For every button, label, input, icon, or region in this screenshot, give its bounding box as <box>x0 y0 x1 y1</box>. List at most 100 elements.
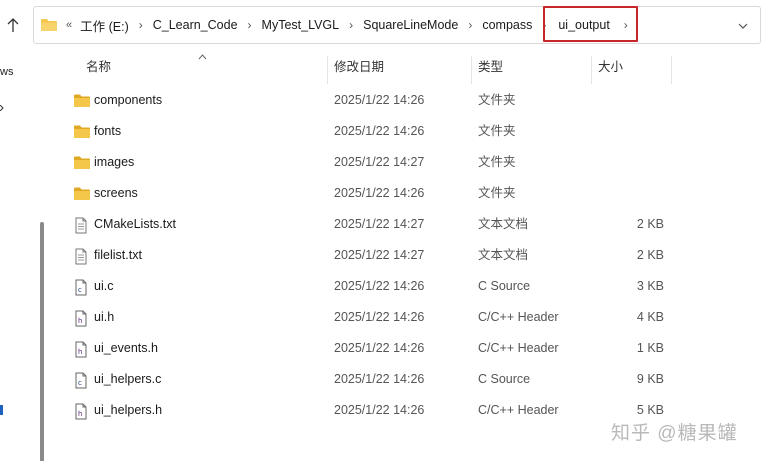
folder-icon <box>41 19 57 31</box>
file-size <box>598 178 664 209</box>
file-name[interactable]: ui_helpers.h <box>94 395 162 426</box>
folder-icon <box>73 93 91 109</box>
up-arrow-icon[interactable] <box>2 12 24 38</box>
file-type: 文本文档 <box>478 217 529 231</box>
c-source-icon: c <box>73 279 91 296</box>
file-name[interactable]: fonts <box>94 116 121 147</box>
breadcrumb-overflow[interactable]: « <box>64 19 76 31</box>
svg-text:c: c <box>78 286 82 294</box>
address-toolbar: « 工作 (E:) › C_Learn_Code › MyTest_LVGL ›… <box>0 0 765 50</box>
header-file-icon: h <box>73 403 91 420</box>
file-date: 2025/1/22 14:27 <box>334 155 425 169</box>
file-row[interactable]: components 2025/1/22 14:26 文件夹 <box>50 85 765 116</box>
file-name[interactable]: ui_helpers.c <box>94 364 161 395</box>
column-header-size[interactable]: 大小 <box>598 54 623 80</box>
folder-icon <box>73 155 91 171</box>
file-type: 文件夹 <box>478 93 516 107</box>
file-size: 3 KB <box>636 279 664 293</box>
header-file-icon: h <box>73 341 91 358</box>
file-date: 2025/1/22 14:26 <box>334 93 425 107</box>
address-bar[interactable]: « 工作 (E:) › C_Learn_Code › MyTest_LVGL ›… <box>33 6 761 44</box>
breadcrumb-separator[interactable]: › <box>462 18 478 32</box>
folder-icon <box>73 124 91 140</box>
file-row[interactable]: c ui.c 2025/1/22 14:26 C Source 3 KB <box>50 271 765 302</box>
file-row[interactable]: fonts 2025/1/22 14:26 文件夹 <box>50 116 765 147</box>
column-divider[interactable] <box>327 56 328 84</box>
file-name[interactable]: ui.c <box>94 271 113 302</box>
breadcrumb-item[interactable]: compass <box>478 18 536 32</box>
file-name[interactable]: screens <box>94 178 138 209</box>
breadcrumb-item-current[interactable]: ui_output <box>552 18 613 32</box>
nav-scrollbar[interactable] <box>40 222 44 461</box>
column-header-row: 名称 修改日期 类型 大小 <box>50 52 765 84</box>
svg-text:h: h <box>78 348 82 356</box>
file-size <box>598 147 664 178</box>
file-name[interactable]: CMakeLists.txt <box>94 209 176 240</box>
column-header-type[interactable]: 类型 <box>478 54 503 80</box>
breadcrumb: « 工作 (E:) › C_Learn_Code › MyTest_LVGL ›… <box>64 16 634 35</box>
file-row[interactable]: CMakeLists.txt 2025/1/22 14:27 文本文档 2 KB <box>50 209 765 240</box>
breadcrumb-item[interactable]: 工作 (E:) <box>76 16 133 35</box>
breadcrumb-item[interactable]: MyTest_LVGL <box>258 18 344 32</box>
text-file-icon <box>73 248 91 265</box>
file-date: 2025/1/22 14:26 <box>334 310 425 324</box>
file-name[interactable]: ui_events.h <box>94 333 158 364</box>
breadcrumb-separator[interactable]: › <box>343 18 359 32</box>
c-source-icon: c <box>73 372 91 389</box>
breadcrumb-item[interactable]: C_Learn_Code <box>149 18 242 32</box>
file-type: C Source <box>478 279 531 293</box>
file-name[interactable]: images <box>94 147 134 178</box>
file-name[interactable]: ui.h <box>94 302 114 333</box>
file-date: 2025/1/22 14:26 <box>334 124 425 138</box>
watermark: 知乎 @糖果罐 <box>611 423 738 444</box>
column-header-name[interactable]: 名称 <box>86 54 111 80</box>
file-date: 2025/1/22 14:26 <box>334 341 425 355</box>
file-type: C/C++ Header <box>478 403 559 417</box>
column-divider[interactable] <box>591 56 592 84</box>
sort-ascending-icon <box>198 52 207 63</box>
column-header-date[interactable]: 修改日期 <box>334 54 384 80</box>
file-date: 2025/1/22 14:26 <box>334 186 425 200</box>
column-divider[interactable] <box>671 56 672 84</box>
svg-text:h: h <box>78 410 82 418</box>
file-size: 2 KB <box>636 248 664 262</box>
column-divider[interactable] <box>471 56 472 84</box>
file-row[interactable]: screens 2025/1/22 14:26 文件夹 <box>50 178 765 209</box>
breadcrumb-separator[interactable]: › <box>133 18 149 32</box>
file-date: 2025/1/22 14:26 <box>334 279 425 293</box>
navigation-pane[interactable]: ws <box>0 50 36 461</box>
file-type: C/C++ Header <box>478 341 559 355</box>
breadcrumb-item[interactable]: SquareLineMode <box>359 18 462 32</box>
file-size: 1 KB <box>636 341 664 355</box>
file-size: 4 KB <box>636 310 664 324</box>
file-type: 文件夹 <box>478 155 516 169</box>
file-type: 文本文档 <box>478 248 529 262</box>
breadcrumb-separator[interactable]: › <box>618 18 634 32</box>
file-list: 名称 修改日期 类型 大小 components 2025/1/22 14:26… <box>50 50 765 461</box>
file-row[interactable]: h ui.h 2025/1/22 14:26 C/C++ Header 4 KB <box>50 302 765 333</box>
file-date: 2025/1/22 14:27 <box>334 217 425 231</box>
file-row[interactable]: images 2025/1/22 14:27 文件夹 <box>50 147 765 178</box>
file-name[interactable]: components <box>94 85 162 116</box>
file-size: 9 KB <box>636 372 664 386</box>
chevron-down-icon[interactable] <box>738 18 748 32</box>
svg-text:c: c <box>78 379 82 387</box>
folder-icon <box>73 186 91 202</box>
breadcrumb-separator[interactable]: › <box>242 18 258 32</box>
header-file-icon: h <box>73 310 91 327</box>
nav-mark-fragment <box>0 405 4 418</box>
file-type: C/C++ Header <box>478 310 559 324</box>
file-type: 文件夹 <box>478 124 516 138</box>
breadcrumb-separator[interactable]: › <box>536 18 552 32</box>
file-row[interactable]: h ui_events.h 2025/1/22 14:26 C/C++ Head… <box>50 333 765 364</box>
file-row[interactable]: c ui_helpers.c 2025/1/22 14:26 C Source … <box>50 364 765 395</box>
file-type: C Source <box>478 372 531 386</box>
text-file-icon <box>73 217 91 234</box>
file-date: 2025/1/22 14:27 <box>334 248 425 262</box>
file-row[interactable]: filelist.txt 2025/1/22 14:27 文本文档 2 KB <box>50 240 765 271</box>
file-size <box>598 85 664 116</box>
nav-mark-fragment <box>0 102 4 114</box>
file-name[interactable]: filelist.txt <box>94 240 142 271</box>
file-date: 2025/1/22 14:26 <box>334 403 425 417</box>
nav-item-fragment[interactable]: ws <box>0 66 13 78</box>
